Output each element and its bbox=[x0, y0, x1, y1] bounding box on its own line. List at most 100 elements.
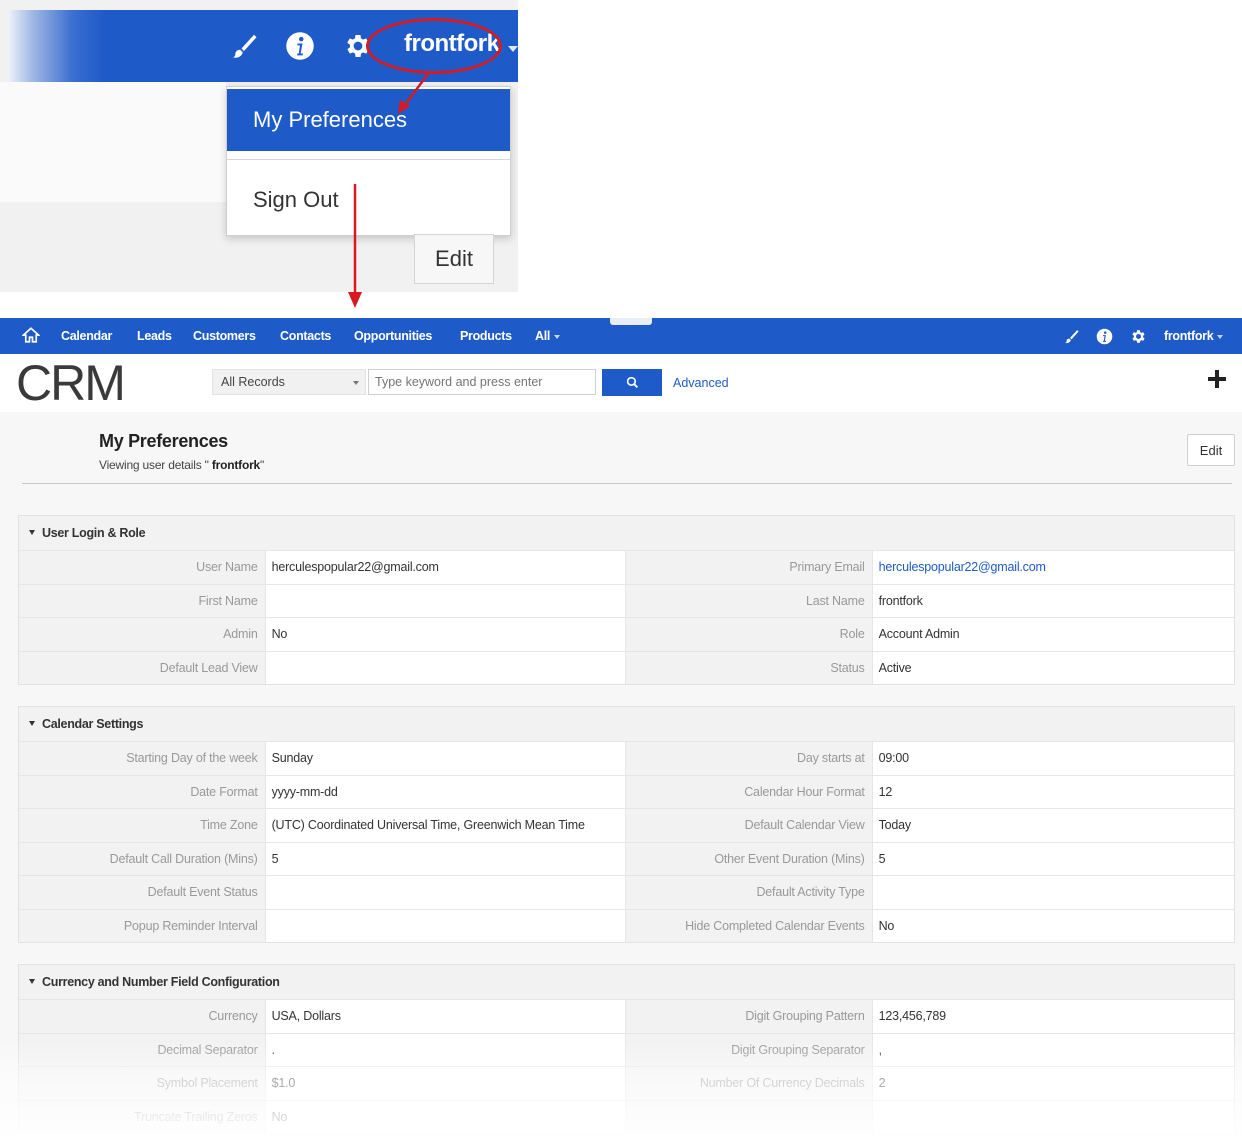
info-icon[interactable] bbox=[1095, 327, 1113, 345]
nav-item-customers[interactable]: Customers bbox=[193, 329, 256, 343]
plus-icon[interactable] bbox=[1206, 368, 1228, 390]
section-calendar-settings: Calendar Settings Starting Day of the we… bbox=[18, 706, 1235, 943]
section-title: Currency and Number Field Configuration bbox=[42, 975, 280, 989]
gear-icon[interactable] bbox=[1129, 327, 1147, 345]
inset-edit-button[interactable]: Edit bbox=[414, 234, 494, 284]
search-icon bbox=[626, 376, 638, 389]
field-value: 5 bbox=[871, 842, 1234, 875]
field-value: No bbox=[871, 909, 1234, 942]
collapse-handle[interactable] bbox=[610, 318, 652, 325]
primary-email-link[interactable]: herculespopular22@gmail.com bbox=[871, 551, 1234, 584]
field-label: Role bbox=[626, 618, 872, 651]
search-bar: CRM All Records Advanced bbox=[0, 354, 1242, 412]
advanced-search-link[interactable]: Advanced bbox=[673, 376, 729, 390]
field-label: Popup Reminder Interval bbox=[19, 909, 265, 942]
field-value: 12 bbox=[871, 775, 1234, 808]
section-user-login-role: User Login & Role User Name herculespopu… bbox=[18, 515, 1235, 685]
nav-item-products[interactable]: Products bbox=[460, 329, 512, 343]
paint-brush-icon[interactable] bbox=[228, 30, 260, 62]
menu-divider bbox=[227, 159, 510, 160]
table-row: Time Zone (UTC) Coordinated Universal Ti… bbox=[19, 808, 1234, 842]
chevron-down-icon bbox=[1217, 334, 1224, 339]
table-row: Default Lead View Status Active bbox=[19, 650, 1234, 684]
table-row: First Name Last Name frontfork bbox=[19, 583, 1234, 617]
field-value: 123,456,789 bbox=[871, 1000, 1234, 1033]
field-label: Time Zone bbox=[19, 809, 265, 842]
table-row: Popup Reminder Interval Hide Completed C… bbox=[19, 908, 1234, 942]
field-value: herculespopular22@gmail.com bbox=[264, 551, 626, 584]
field-value: 09:00 bbox=[871, 742, 1234, 775]
field-value bbox=[264, 584, 626, 617]
section-header[interactable]: Currency and Number Field Configuration bbox=[19, 965, 1234, 999]
field-label: Default Calendar View bbox=[626, 809, 872, 842]
annotation-ellipse bbox=[366, 18, 502, 74]
records-select[interactable]: All Records bbox=[212, 369, 366, 395]
field-label: Default Call Duration (Mins) bbox=[19, 842, 265, 875]
field-label: Default Event Status bbox=[19, 876, 265, 909]
search-input[interactable] bbox=[368, 369, 596, 395]
table-row: Symbol Placement $1.0 Number Of Currency… bbox=[19, 1066, 1234, 1100]
field-label: Number Of Currency Decimals bbox=[626, 1067, 872, 1100]
nav-item-calendar[interactable]: Calendar bbox=[61, 329, 112, 343]
field-label: Digit Grouping Pattern bbox=[626, 1000, 872, 1033]
field-label: Status bbox=[626, 651, 872, 684]
home-icon[interactable] bbox=[21, 326, 41, 344]
field-value: $1.0 bbox=[264, 1067, 626, 1100]
section-title: User Login & Role bbox=[42, 526, 146, 540]
nav-item-opportunities[interactable]: Opportunities bbox=[354, 329, 432, 343]
table-row: Decimal Separator . Digit Grouping Separ… bbox=[19, 1032, 1234, 1066]
field-value: Sunday bbox=[264, 742, 626, 775]
table-row: Currency USA, Dollars Digit Grouping Pat… bbox=[19, 999, 1234, 1033]
field-label: User Name bbox=[19, 551, 265, 584]
nav-item-all[interactable]: All bbox=[535, 329, 561, 343]
username-label: frontfork bbox=[1164, 329, 1214, 343]
user-menu-toggle[interactable]: frontfork bbox=[1164, 329, 1224, 343]
subtitle-quote-close: " bbox=[260, 458, 265, 472]
field-value bbox=[871, 876, 1234, 909]
inset-background bbox=[0, 82, 226, 202]
user-dropdown-menu: My Preferences Sign Out bbox=[226, 86, 511, 236]
top-navigation-bar: Calendar Leads Customers Contacts Opport… bbox=[0, 318, 1242, 354]
chevron-down-icon bbox=[554, 334, 561, 339]
nav-item-contacts[interactable]: Contacts bbox=[280, 329, 331, 343]
nav-item-leads[interactable]: Leads bbox=[137, 329, 172, 343]
menu-item-my-preferences[interactable]: My Preferences bbox=[227, 89, 510, 151]
section-header[interactable]: Calendar Settings bbox=[19, 707, 1234, 741]
chevron-down-icon[interactable] bbox=[508, 46, 518, 52]
info-icon[interactable] bbox=[284, 30, 316, 62]
chevron-down-icon bbox=[353, 381, 359, 385]
search-button[interactable] bbox=[602, 369, 662, 396]
field-value: , bbox=[871, 1033, 1234, 1066]
field-value: USA, Dollars bbox=[264, 1000, 626, 1033]
page-title: My Preferences bbox=[99, 431, 228, 451]
field-value: frontfork bbox=[871, 584, 1234, 617]
field-label: Decimal Separator bbox=[19, 1033, 265, 1066]
field-value: Today bbox=[871, 809, 1234, 842]
field-value: No bbox=[264, 1100, 626, 1133]
field-label: First Name bbox=[19, 584, 265, 617]
table-row: Default Call Duration (Mins) 5 Other Eve… bbox=[19, 841, 1234, 875]
edit-button[interactable]: Edit bbox=[1187, 434, 1235, 466]
table-row: Starting Day of the week Sunday Day star… bbox=[19, 741, 1234, 775]
field-label: Primary Email bbox=[626, 551, 872, 584]
nav-item-all-label: All bbox=[535, 329, 551, 343]
field-value: yyyy-mm-dd bbox=[264, 775, 626, 808]
field-value: Account Admin bbox=[871, 618, 1234, 651]
section-header[interactable]: User Login & Role bbox=[19, 516, 1234, 550]
field-label: Other Event Duration (Mins) bbox=[626, 842, 872, 875]
zoomed-inset: frontfork My Preferences Sign Out Edit bbox=[0, 0, 518, 292]
crm-logo: CRM bbox=[16, 358, 126, 406]
paint-brush-icon[interactable] bbox=[1062, 327, 1080, 345]
subtitle-quote-open: " bbox=[201, 458, 212, 472]
table-row: Admin No Role Account Admin bbox=[19, 617, 1234, 651]
page-subtitle: Viewing user details " frontfork" bbox=[99, 458, 264, 472]
field-label: Admin bbox=[19, 618, 265, 651]
field-value: (UTC) Coordinated Universal Time, Greenw… bbox=[264, 809, 626, 842]
table-row: Date Format yyyy-mm-dd Calendar Hour For… bbox=[19, 774, 1234, 808]
field-value bbox=[264, 651, 626, 684]
menu-item-sign-out[interactable]: Sign Out bbox=[227, 169, 510, 231]
field-label: Date Format bbox=[19, 775, 265, 808]
table-row: Default Event Status Default Activity Ty… bbox=[19, 875, 1234, 909]
section-currency-config: Currency and Number Field Configuration … bbox=[18, 964, 1235, 1133]
caret-down-icon bbox=[29, 530, 35, 536]
